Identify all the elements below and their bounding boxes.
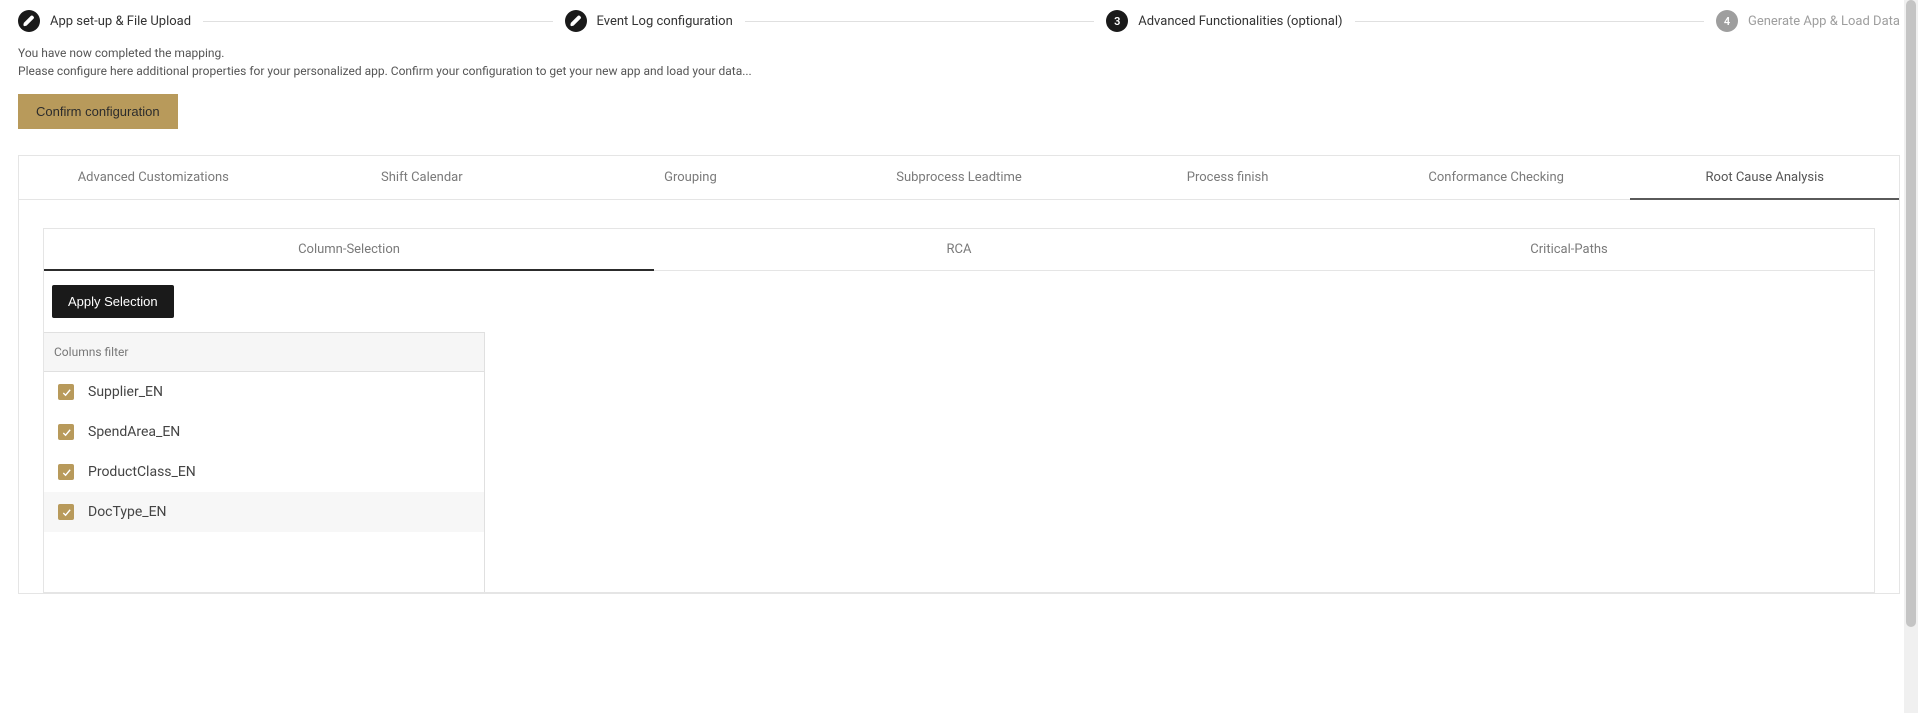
main-panel: Advanced Customizations Shift Calendar G… xyxy=(18,155,1900,594)
tab-process-finish[interactable]: Process finish xyxy=(1093,156,1362,199)
column-label: SpendArea_EN xyxy=(88,424,180,440)
intro-line-2: Please configure here additional propert… xyxy=(18,62,1900,80)
outer-tabs: Advanced Customizations Shift Calendar G… xyxy=(19,156,1899,200)
apply-selection-button[interactable]: Apply Selection xyxy=(52,285,174,318)
tab-grouping[interactable]: Grouping xyxy=(556,156,825,199)
step-1[interactable]: App set-up & File Upload xyxy=(18,10,191,32)
column-row[interactable]: SpendArea_EN xyxy=(44,412,484,452)
scrollbar-thumb[interactable] xyxy=(1906,0,1916,627)
column-label: DocType_EN xyxy=(88,504,167,520)
step-number-icon: 3 xyxy=(1106,10,1128,32)
step-connector xyxy=(1355,21,1704,22)
columns-filter-header: Columns filter xyxy=(44,333,484,372)
tab-shift-calendar[interactable]: Shift Calendar xyxy=(288,156,557,199)
step-1-label: App set-up & File Upload xyxy=(50,14,191,29)
inner-panel: Column-Selection RCA Critical-Paths Appl… xyxy=(43,228,1875,593)
pencil-icon xyxy=(18,10,40,32)
tab-conformance-checking[interactable]: Conformance Checking xyxy=(1362,156,1631,199)
column-row[interactable]: DocType_EN xyxy=(44,492,484,532)
vertical-scrollbar[interactable] xyxy=(1904,0,1918,713)
columns-panel: Columns filter Supplier_EN SpendArea_EN … xyxy=(44,332,485,592)
column-row[interactable]: ProductClass_EN xyxy=(44,452,484,492)
step-3-label: Advanced Functionalities (optional) xyxy=(1138,14,1342,29)
confirm-configuration-button[interactable]: Confirm configuration xyxy=(18,94,178,129)
inner-tabs: Column-Selection RCA Critical-Paths xyxy=(44,229,1874,271)
wizard-stepper: App set-up & File Upload Event Log confi… xyxy=(0,0,1918,44)
pencil-icon xyxy=(565,10,587,32)
tab-critical-paths[interactable]: Critical-Paths xyxy=(1264,229,1874,270)
tab-subprocess-leadtime[interactable]: Subprocess Leadtime xyxy=(825,156,1094,199)
checkbox-checked-icon[interactable] xyxy=(58,504,74,520)
step-connector xyxy=(203,21,552,22)
checkbox-checked-icon[interactable] xyxy=(58,464,74,480)
step-connector xyxy=(745,21,1094,22)
tab-rca[interactable]: RCA xyxy=(654,229,1264,270)
step-number-icon: 4 xyxy=(1716,10,1738,32)
tab-root-cause-analysis[interactable]: Root Cause Analysis xyxy=(1630,156,1899,199)
step-2-label: Event Log configuration xyxy=(597,14,733,29)
step-3[interactable]: 3 Advanced Functionalities (optional) xyxy=(1106,10,1342,32)
checkbox-checked-icon[interactable] xyxy=(58,424,74,440)
tab-column-selection[interactable]: Column-Selection xyxy=(44,229,654,270)
checkbox-checked-icon[interactable] xyxy=(58,384,74,400)
step-2[interactable]: Event Log configuration xyxy=(565,10,733,32)
column-label: ProductClass_EN xyxy=(88,464,196,480)
intro-line-1: You have now completed the mapping. xyxy=(18,44,1900,62)
tab-advanced-customizations[interactable]: Advanced Customizations xyxy=(19,156,288,199)
column-row[interactable]: Supplier_EN xyxy=(44,372,484,412)
column-label: Supplier_EN xyxy=(88,384,163,400)
step-4[interactable]: 4 Generate App & Load Data xyxy=(1716,10,1900,32)
intro-section: You have now completed the mapping. Plea… xyxy=(0,44,1918,129)
step-4-label: Generate App & Load Data xyxy=(1748,14,1900,29)
apply-row: Apply Selection xyxy=(44,271,1874,332)
